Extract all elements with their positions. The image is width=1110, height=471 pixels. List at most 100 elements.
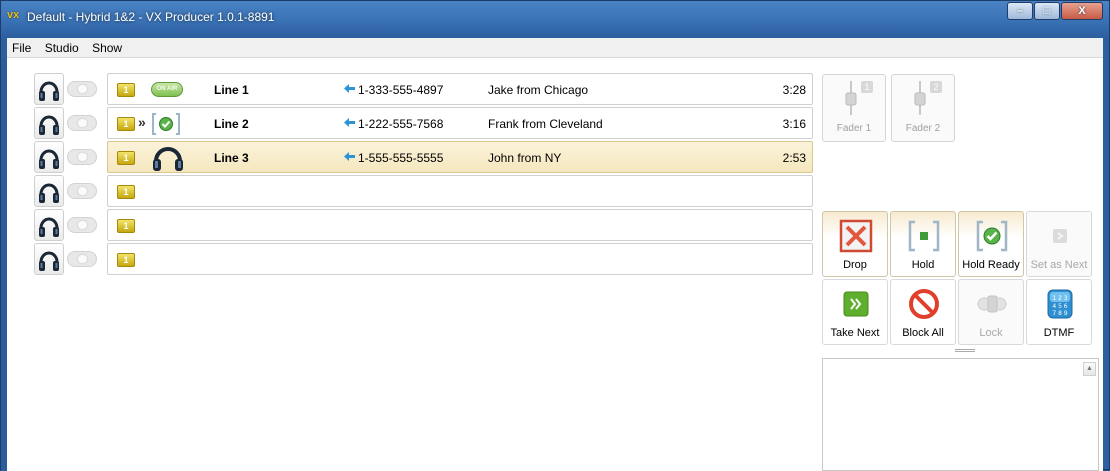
line-label: Line 3 [214, 151, 249, 165]
close-button[interactable]: X [1061, 2, 1103, 20]
hybrid-badge: 1 [117, 253, 135, 267]
maximize-button[interactable]: □ [1034, 2, 1060, 20]
headphone-button[interactable] [34, 73, 64, 105]
headphone-button[interactable] [34, 107, 64, 139]
headphones-icon [39, 183, 59, 203]
window-controls: – □ X [1006, 2, 1103, 20]
minimize-icon: – [1016, 5, 1024, 17]
drop-icon [839, 219, 873, 253]
lock-icon [977, 295, 1007, 313]
maximize-icon: □ [1043, 5, 1051, 17]
hold-button[interactable]: Hold [890, 211, 956, 277]
caller-phone: 1-222-555-7568 [358, 117, 444, 131]
hybrid-badge: 1 [117, 219, 135, 233]
headphone-button[interactable] [34, 243, 64, 275]
take-next-label: Take Next [830, 327, 880, 339]
headphone-button[interactable] [34, 175, 64, 207]
headphones-icon [39, 81, 59, 101]
svg-text:4 5 6: 4 5 6 [1052, 303, 1067, 310]
fader-number-badge: 2 [930, 81, 942, 93]
headphones-icon [39, 115, 59, 135]
headphone-button[interactable] [34, 209, 64, 241]
hold-ready-icon [152, 113, 180, 135]
drop-label: Drop [843, 259, 867, 271]
lock-label: Lock [979, 327, 1003, 339]
line-label: Line 1 [214, 83, 249, 97]
route-toggle[interactable] [67, 115, 97, 131]
block-all-label: Block All [902, 327, 944, 339]
route-toggle[interactable] [67, 217, 97, 233]
fader-knob-icon [845, 81, 857, 115]
take-next-button[interactable]: Take Next [822, 279, 888, 345]
call-duration: 3:16 [782, 117, 806, 131]
scroll-up-arrow-icon[interactable]: ▲ [1083, 362, 1096, 376]
dtmf-label: DTMF [1043, 327, 1075, 339]
app-window: vx Default - Hybrid 1&2 - VX Producer 1.… [0, 0, 1110, 471]
hybrid-badge: 1 [117, 83, 135, 97]
headphones-icon [39, 217, 59, 237]
incoming-call-arrow-icon [344, 152, 355, 161]
take-next-icon [843, 291, 869, 317]
svg-text:7 8 9: 7 8 9 [1052, 310, 1067, 317]
fader-number-badge: 1 [861, 81, 873, 93]
call-duration: 3:28 [782, 83, 806, 97]
lock-button[interactable]: Lock [958, 279, 1024, 345]
route-toggle[interactable] [67, 81, 97, 97]
set-as-next-label: Set as Next [1030, 259, 1088, 271]
on-air-indicator: ON AIR [151, 82, 183, 97]
route-toggle[interactable] [67, 149, 97, 165]
caller-phone: 1-333-555-4897 [358, 83, 444, 97]
drop-button[interactable]: Drop [822, 211, 888, 277]
call-duration: 2:53 [782, 151, 806, 165]
incoming-call-arrow-icon [344, 84, 355, 93]
notes-panel[interactable]: ▲ [822, 358, 1099, 471]
line-label: Line 2 [214, 117, 249, 131]
close-icon: X [1078, 5, 1086, 17]
headphones-icon [39, 251, 59, 271]
line-box[interactable]: 1 Line 3 1-555-555-5555 John from NY 2:5… [107, 141, 813, 173]
line-box[interactable]: 1 ON AIR Line 1 1-333-555-4897 Jake from… [107, 73, 813, 105]
menu-show[interactable]: Show [87, 38, 127, 58]
route-toggle[interactable] [67, 251, 97, 267]
caller-name: Jake from Chicago [488, 83, 589, 97]
hold-icon [908, 220, 940, 252]
title-bar[interactable]: vx Default - Hybrid 1&2 - VX Producer 1.… [1, 1, 1109, 37]
line-box[interactable]: 1 » Line 2 1-222-555-7568 Frank from Cle… [107, 107, 813, 139]
fader-2-button[interactable]: 2 Fader 2 [891, 74, 955, 142]
panel-splitter[interactable] [955, 349, 975, 352]
hybrid-badge: 1 [117, 185, 135, 199]
screening-headphones-icon [153, 147, 183, 171]
menu-studio[interactable]: Studio [40, 38, 84, 58]
caller-name: John from NY [488, 151, 562, 165]
headphone-button[interactable] [34, 141, 64, 173]
minimize-button[interactable]: – [1007, 2, 1033, 20]
hybrid-badge: 1 [117, 151, 135, 165]
incoming-call-arrow-icon [344, 118, 355, 127]
caller-name: Frank from Cleveland [488, 117, 603, 131]
fader-1-button[interactable]: 1 Fader 1 [822, 74, 886, 142]
set-as-next-button[interactable]: Set as Next [1026, 211, 1092, 277]
app-logo-icon: vx [7, 9, 20, 21]
dtmf-button[interactable]: 1 2 34 5 67 8 9 DTMF [1026, 279, 1092, 345]
hold-ready-label: Hold Ready [962, 259, 1020, 271]
hybrid-badge: 1 [117, 117, 135, 131]
line-box[interactable]: 1 [107, 243, 813, 275]
line-box[interactable]: 1 [107, 175, 813, 207]
dtmf-keypad-icon: 1 2 34 5 67 8 9 [1047, 289, 1073, 319]
set-as-next-icon [1053, 229, 1067, 243]
hold-label: Hold [911, 259, 935, 271]
next-arrows-icon: » [138, 114, 146, 130]
fader-label: Fader 1 [836, 123, 872, 134]
main-content: 1 ON AIR Line 1 1-333-555-4897 Jake from… [7, 58, 1103, 471]
block-all-icon [909, 289, 939, 319]
menu-file[interactable]: File [7, 38, 36, 58]
line-box[interactable]: 1 [107, 209, 813, 241]
hold-ready-button[interactable]: Hold Ready [958, 211, 1024, 277]
caller-phone: 1-555-555-5555 [358, 151, 444, 165]
fader-label: Fader 2 [905, 123, 941, 134]
menu-bar: File Studio Show [7, 38, 1103, 58]
fader-knob-icon [914, 81, 926, 115]
block-all-button[interactable]: Block All [890, 279, 956, 345]
route-toggle[interactable] [67, 183, 97, 199]
headphones-icon [39, 149, 59, 169]
